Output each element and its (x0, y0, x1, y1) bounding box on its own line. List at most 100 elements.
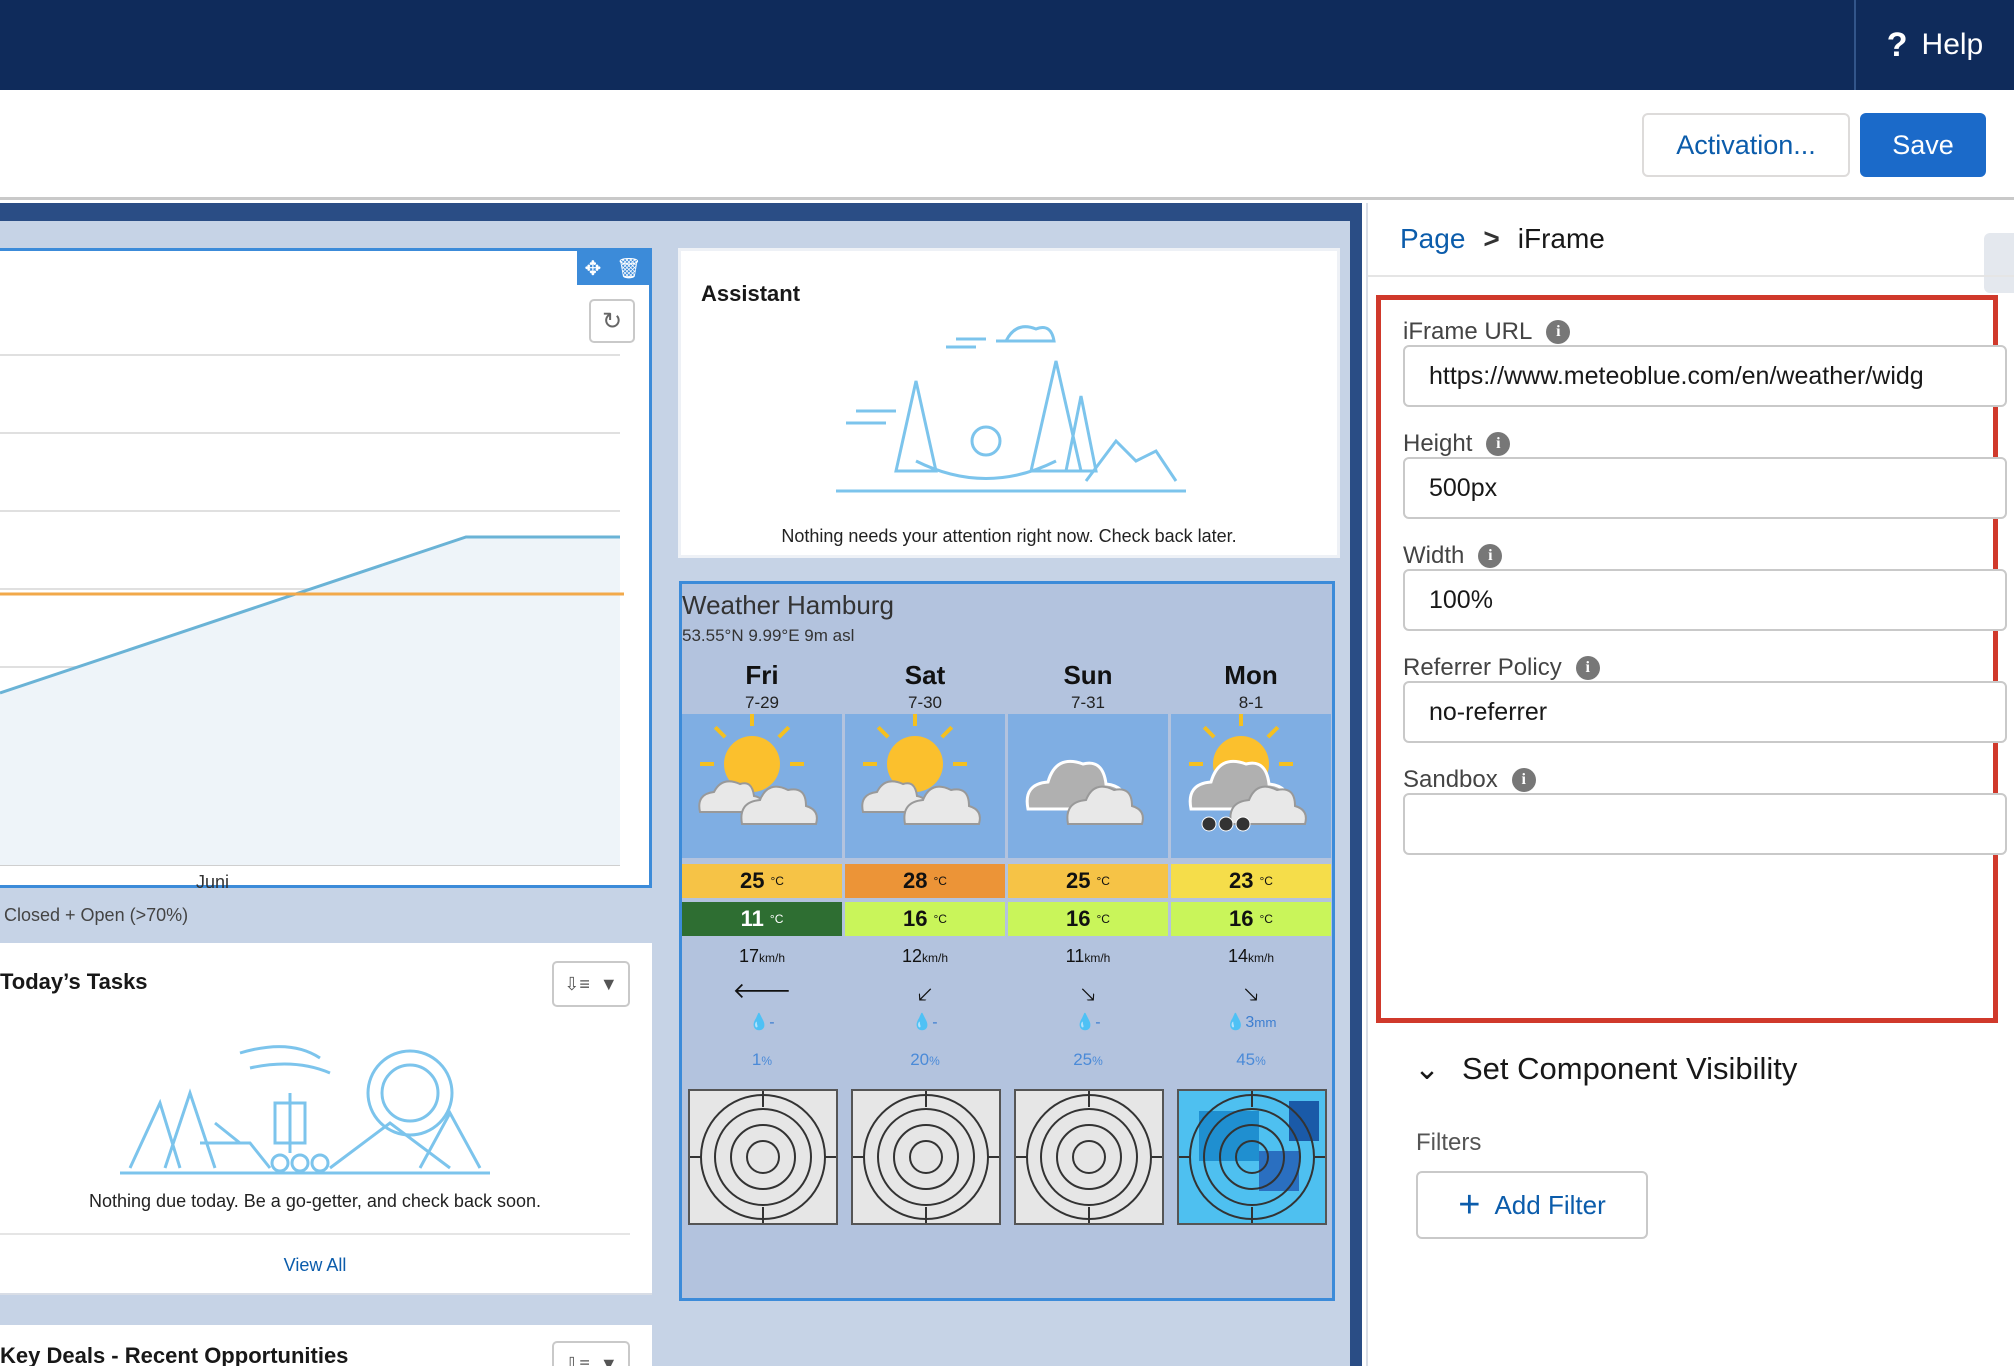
width-input[interactable] (1403, 569, 2007, 631)
weather-iframe[interactable]: Weather Hamburg 53.55°N 9.99°E 9m asl Fr… (679, 581, 1335, 1301)
max-temperature: 25 °C (1008, 864, 1168, 898)
global-header: ? Help (0, 0, 2014, 90)
precipitation: 💧- (912, 1014, 938, 1031)
breadcrumb: Page > iFrame (1400, 223, 1605, 255)
delete-icon[interactable]: 🗑 (616, 256, 641, 281)
refresh-button[interactable]: ↻ (589, 299, 635, 343)
deals-sort-button[interactable]: ⇩≡ ▼ (552, 1341, 630, 1366)
info-icon[interactable]: i (1478, 544, 1503, 568)
wind-speed: 14km/h (1227, 946, 1275, 966)
forecast-day: Sat 7-30 (845, 660, 1005, 713)
day-name: Mon (1224, 660, 1278, 690)
panel-collapse-handle[interactable] (1984, 233, 2014, 293)
chevron-down-icon: ▼ (599, 1353, 618, 1366)
question-icon: ? (1886, 25, 1908, 64)
day-name: Fri (745, 660, 779, 690)
chevron-down-icon: ▼ (599, 973, 618, 994)
assistant-empty-message: Nothing needs your attention right now. … (781, 526, 1237, 546)
min-temperature: 11 °C (682, 902, 842, 936)
wind-speed: 17km/h (738, 946, 786, 966)
builder-toolbar: Activation... Save (0, 90, 2014, 200)
droplet-icon: 💧 (1075, 1014, 1096, 1031)
iframe-url-label: iFrame URL i (1403, 318, 1571, 346)
chevron-down-icon: ⌄ (1414, 1051, 1440, 1086)
wind-speed: 11km/h (1065, 946, 1111, 966)
min-temperature: 16 °C (1171, 902, 1331, 936)
breadcrumb-separator: > (1483, 223, 1500, 254)
view-all-link[interactable]: View All (0, 1233, 630, 1295)
day-date: 7-31 (1070, 693, 1106, 712)
info-icon[interactable]: i (1486, 432, 1511, 456)
precipitation: 💧3mm (1225, 1014, 1277, 1031)
width-label-text: Width (1403, 542, 1465, 569)
page-canvas: ✥ 🗑 ↻ Juni Closed + Open (>70%) Today’s … (0, 203, 1362, 1366)
empty-state-illustration (120, 1045, 490, 1175)
property-panel: Page > iFrame iFrame URL i Height i Widt… (1366, 203, 2014, 1366)
sun-cloud-icon (682, 712, 842, 858)
iframe-url-input[interactable] (1403, 345, 2007, 407)
max-temperature: 28 °C (845, 864, 1005, 898)
radar-map (688, 1089, 838, 1225)
weather-title: Weather Hamburg (682, 590, 894, 620)
sandbox-label-text: Sandbox (1403, 766, 1498, 793)
height-input[interactable] (1403, 457, 2007, 519)
add-filter-button[interactable]: + Add Filter (1416, 1171, 1648, 1239)
move-icon[interactable]: ✥ (584, 256, 601, 281)
sandbox-input[interactable] (1403, 793, 2007, 855)
activation-button[interactable]: Activation... (1642, 113, 1850, 177)
chart-plot (0, 354, 624, 866)
breadcrumb-page-link[interactable]: Page (1400, 223, 1465, 255)
info-icon[interactable]: i (1575, 656, 1600, 680)
day-name: Sat (904, 660, 946, 690)
droplet-icon: 💧 (1225, 1014, 1246, 1031)
tasks-sort-button[interactable]: ⇩≡ ▼ (552, 961, 630, 1007)
save-button[interactable]: Save (1860, 113, 1986, 177)
radar-map (1014, 1089, 1164, 1225)
info-icon[interactable]: i (1546, 320, 1571, 344)
key-deals-component[interactable]: Key Deals - Recent Opportunities ⇩≡ ▼ (0, 1325, 652, 1366)
component-visibility-toggle[interactable]: ⌄ Set Component Visibility (1414, 1051, 1797, 1087)
sun-cloud-icon (845, 712, 1005, 858)
max-temperature: 25 °C (682, 864, 842, 898)
forecast-day: Mon 8-1 (1171, 660, 1331, 713)
precipitation: 💧- (749, 1014, 775, 1031)
min-temperature: 16 °C (1008, 902, 1168, 936)
refresh-icon: ↻ (601, 307, 623, 335)
day-name: Sun (1063, 660, 1113, 690)
cloud-icon (1008, 714, 1168, 858)
highlighted-iframe-properties: iFrame URL i Height i Width i Referrer P… (1376, 295, 2007, 1023)
droplet-icon: 💧 (912, 1014, 933, 1031)
day-date: 8-1 (1238, 693, 1264, 712)
forecast-day: Fri 7-29 (682, 660, 842, 713)
wind-direction-icon: 🡐 (732, 978, 792, 1003)
wind-direction-icon: 🡖 (1080, 982, 1096, 1007)
breadcrumb-current: iFrame (1517, 223, 1605, 254)
divider (1368, 275, 2014, 277)
info-icon[interactable]: i (1511, 768, 1536, 792)
wind-direction-icon: 🡖 (1243, 982, 1259, 1007)
precipitation-probability: 1% (751, 1050, 773, 1069)
referrer-policy-input[interactable] (1403, 681, 2007, 743)
radar-map (851, 1089, 1001, 1225)
add-filter-label: Add Filter (1494, 1189, 1606, 1220)
iframe-url-label-text: iFrame URL (1403, 318, 1533, 345)
tasks-component[interactable]: Today’s Tasks ⇩≡ ▼ Nothing due today. Be… (0, 943, 652, 1295)
wind-direction-icon: 🡗 (917, 982, 933, 1007)
precipitation-probability: 20% (910, 1050, 940, 1069)
wind-speed: 12km/h (901, 946, 949, 966)
width-label: Width i (1403, 542, 1503, 570)
day-date: 7-30 (907, 693, 943, 712)
sun-cloud-rain-icon (1171, 712, 1331, 858)
sandbox-label: Sandbox i (1403, 766, 1536, 794)
deals-title: Key Deals - Recent Opportunities (0, 1343, 349, 1366)
droplet-icon: 💧 (749, 1014, 770, 1031)
dashboard-chart-component[interactable]: ✥ 🗑 ↻ Juni Closed + Open (>70%) (0, 248, 652, 925)
sort-icon: ⇩≡ (564, 1353, 590, 1366)
precipitation-probability: 25% (1073, 1050, 1103, 1069)
component-visibility-title: Set Component Visibility (1461, 1051, 1798, 1086)
chart-area-series (0, 537, 620, 865)
help-button[interactable]: ? Help (1854, 0, 2014, 90)
assistant-component[interactable]: Assistant Nothing needs your attention r… (678, 248, 1340, 558)
tasks-empty-message: Nothing due today. Be a go-getter, and c… (89, 1191, 541, 1211)
height-label-text: Height (1403, 430, 1473, 457)
